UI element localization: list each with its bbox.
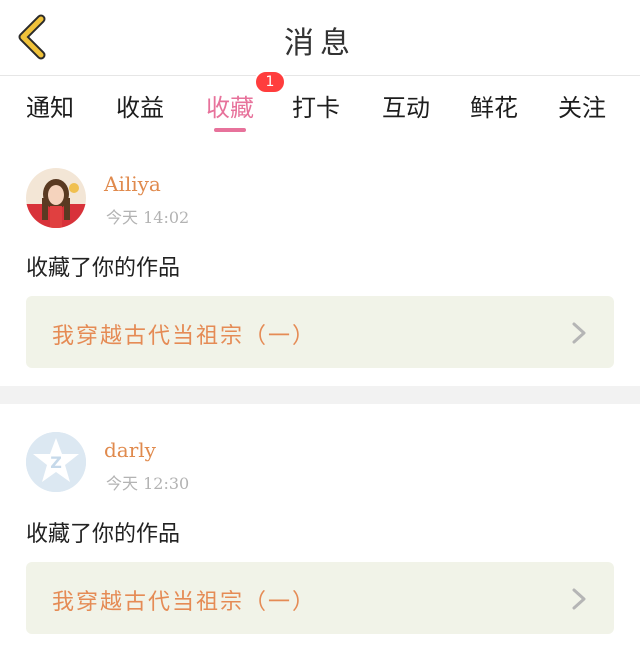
page-title: 消息 — [284, 26, 356, 61]
work-link[interactable]: 我穿越古代当祖宗（一） — [26, 562, 614, 634]
tab-bar: 通知 收益 收藏 打卡 互动 鲜花 关注 — [0, 76, 640, 142]
tab-label: 关注 — [558, 94, 606, 122]
work-link[interactable]: 我穿越古代当祖宗（一） — [26, 296, 614, 368]
timestamp: 今天 14:02 — [106, 208, 190, 227]
message-card: Z darly 今天 12:30 收藏了你的作品 我穿越古代当祖宗（一） — [0, 404, 640, 658]
tab-label: 收益 — [116, 94, 164, 122]
unread-badge: 1 — [254, 70, 286, 94]
username[interactable]: Ailiya — [104, 172, 161, 196]
tab-label: 通知 — [26, 94, 74, 122]
tab-earnings[interactable]: 收益 — [116, 88, 164, 136]
top-bar: 消息 — [0, 0, 640, 76]
action-text: 收藏了你的作品 — [26, 522, 181, 547]
active-tab-indicator — [214, 128, 246, 132]
photo-avatar-icon — [26, 168, 86, 228]
tab-label: 互动 — [382, 94, 430, 122]
tab-favorites[interactable]: 收藏 — [206, 88, 254, 136]
work-title: 我穿越古代当祖宗（一） — [52, 324, 317, 349]
timestamp: 今天 12:30 — [106, 474, 190, 493]
chevron-right-icon — [572, 322, 586, 344]
tab-following[interactable]: 关注 — [558, 88, 606, 136]
tab-notifications[interactable]: 通知 — [26, 88, 74, 136]
tab-label: 收藏 — [206, 94, 254, 122]
work-title: 我穿越古代当祖宗（一） — [52, 590, 317, 615]
tab-interaction[interactable]: 互动 — [382, 88, 430, 136]
tab-flowers[interactable]: 鲜花 — [470, 88, 518, 136]
tab-checkin[interactable]: 打卡 — [292, 88, 340, 136]
avatar[interactable]: Z — [26, 432, 86, 492]
avatar[interactable] — [26, 168, 86, 228]
username[interactable]: darly — [104, 438, 156, 462]
chevron-right-icon — [572, 588, 586, 610]
message-card: Ailiya 今天 14:02 收藏了你的作品 我穿越古代当祖宗（一） — [0, 142, 640, 386]
svg-text:Z: Z — [50, 453, 62, 472]
action-text: 收藏了你的作品 — [26, 256, 181, 281]
tab-label: 鲜花 — [470, 94, 518, 122]
tab-label: 打卡 — [292, 94, 340, 122]
default-star-avatar-icon: Z — [26, 432, 86, 492]
